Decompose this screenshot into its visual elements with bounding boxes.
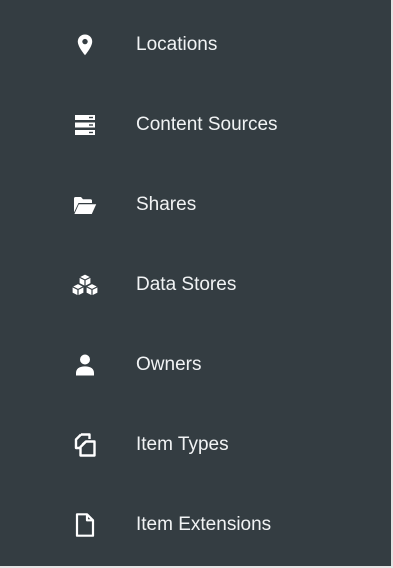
sidebar-item-data-stores[interactable]: Data Stores xyxy=(0,245,391,325)
cubes-icon xyxy=(66,271,104,299)
sidebar-item-label: Locations xyxy=(136,34,218,55)
sidebar-item-label: Item Extensions xyxy=(136,514,272,535)
sidebar-item-owners[interactable]: Owners xyxy=(0,325,391,405)
sidebar-item-content-sources[interactable]: Content Sources xyxy=(0,85,391,165)
file-outline-icon xyxy=(66,511,104,539)
sidebar-navigation: Locations Content Sources Shares Data St… xyxy=(0,0,393,568)
sidebar-item-shares[interactable]: Shares xyxy=(0,165,391,245)
sidebar-item-label: Content Sources xyxy=(136,114,278,135)
user-icon xyxy=(66,351,104,379)
sidebar-item-item-types[interactable]: Item Types xyxy=(0,405,391,485)
sidebar-item-label: Shares xyxy=(136,194,197,215)
folder-open-icon xyxy=(66,191,104,219)
clone-icon xyxy=(66,431,104,459)
server-stack-icon xyxy=(66,111,104,139)
sidebar-item-label: Data Stores xyxy=(136,274,237,295)
sidebar-item-locations[interactable]: Locations xyxy=(0,5,391,85)
sidebar-item-item-extensions[interactable]: Item Extensions xyxy=(0,485,391,565)
sidebar-item-label: Owners xyxy=(136,354,202,375)
map-pin-icon xyxy=(66,31,104,59)
sidebar-item-label: Item Types xyxy=(136,434,229,455)
